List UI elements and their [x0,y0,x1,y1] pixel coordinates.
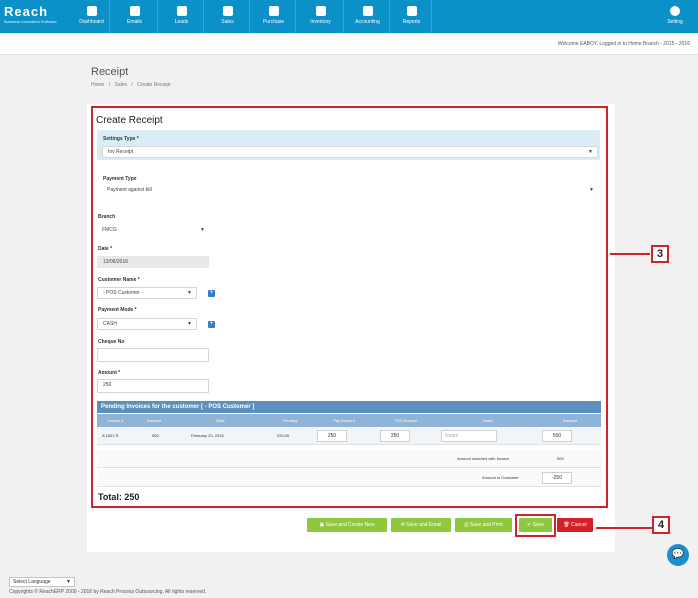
highlight-box-save [515,514,556,537]
logo[interactable]: Reach Business Innovation Software [4,5,66,29]
nav-label: Purchase [262,19,285,25]
breadcrumb-sales[interactable]: Sales [115,82,128,88]
nav-label: Emails [126,19,142,25]
nav-sales[interactable]: Sales [206,0,250,33]
nav-setting[interactable]: Setting [656,0,694,33]
nav-inventory[interactable]: Inventory [298,0,344,33]
email-icon [129,6,140,16]
nav-accounting[interactable]: Accounting [346,0,390,33]
callout-3: 3 [651,245,669,263]
language-label: Select Language [13,579,51,585]
button-label: Save and Email [406,522,442,528]
nav-label: Reports [402,19,421,25]
purchase-icon [268,6,279,16]
callout-connector [610,253,650,255]
logo-tagline: Business Innovation Software [4,19,57,24]
nav-label: Dashboard [79,19,104,25]
breadcrumb-home[interactable]: Home [91,82,104,88]
gear-icon [670,6,680,16]
nav-dashboard[interactable]: Dashboard [74,0,110,33]
nav-label: Sales [221,19,234,25]
callout-connector [596,527,652,529]
welcome-bar: Welcome EABOY, Logged in to Home Branch … [0,33,698,55]
save-and-create-new-button[interactable]: ▣ Save and Create New [307,518,387,532]
inventory-icon [315,6,326,16]
breadcrumb-current: Create Receipt [137,82,171,88]
breadcrumb: Home / Sales / Create Receipt [91,82,174,88]
button-label: Save and Create New [325,522,375,528]
nav-label: Inventory [310,19,331,25]
nav-label: Setting [667,19,683,25]
breadcrumb-separator: / [108,82,111,88]
highlight-box-form [91,106,608,508]
nav-label: Accounting [355,19,380,25]
chat-icon: 💬 [671,549,685,560]
page-title: Receipt [91,66,129,78]
cancel-button[interactable]: 🗑 Cancel [557,518,593,532]
save-and-print-button[interactable]: ⎙ Save and Print [455,518,512,532]
nav-label: Leads [174,19,189,25]
button-label: Save and Print [469,522,503,528]
dashboard-icon [86,6,97,16]
nav-purchase[interactable]: Purchase [252,0,296,33]
accounting-icon [362,6,373,16]
top-navigation-bar: Reach Business Innovation Software Dashb… [0,0,698,33]
breadcrumb-separator: / [131,82,133,88]
leads-icon [176,6,187,16]
nav-emails[interactable]: Emails [112,0,158,33]
sales-icon [222,6,233,16]
nav-reports[interactable]: Reports [392,0,432,33]
copyright-text: Copyrights © ReachERP 2000 - 2016 by Rea… [9,589,207,595]
nav-leads[interactable]: Leads [160,0,204,33]
welcome-text: Welcome EABOY, Logged in to Home Branch … [557,41,690,47]
callout-4: 4 [652,516,670,534]
chevron-down-icon: ▼ [66,579,71,585]
logo-name: Reach [4,4,49,19]
chat-button[interactable]: 💬 [667,544,689,566]
button-label: Cancel [571,522,587,528]
reports-icon [406,6,417,16]
language-select[interactable]: Select Language ▼ [9,577,75,587]
trash-icon: 🗑 [563,522,572,528]
save-and-email-button[interactable]: ✉ Save and Email [391,518,451,532]
